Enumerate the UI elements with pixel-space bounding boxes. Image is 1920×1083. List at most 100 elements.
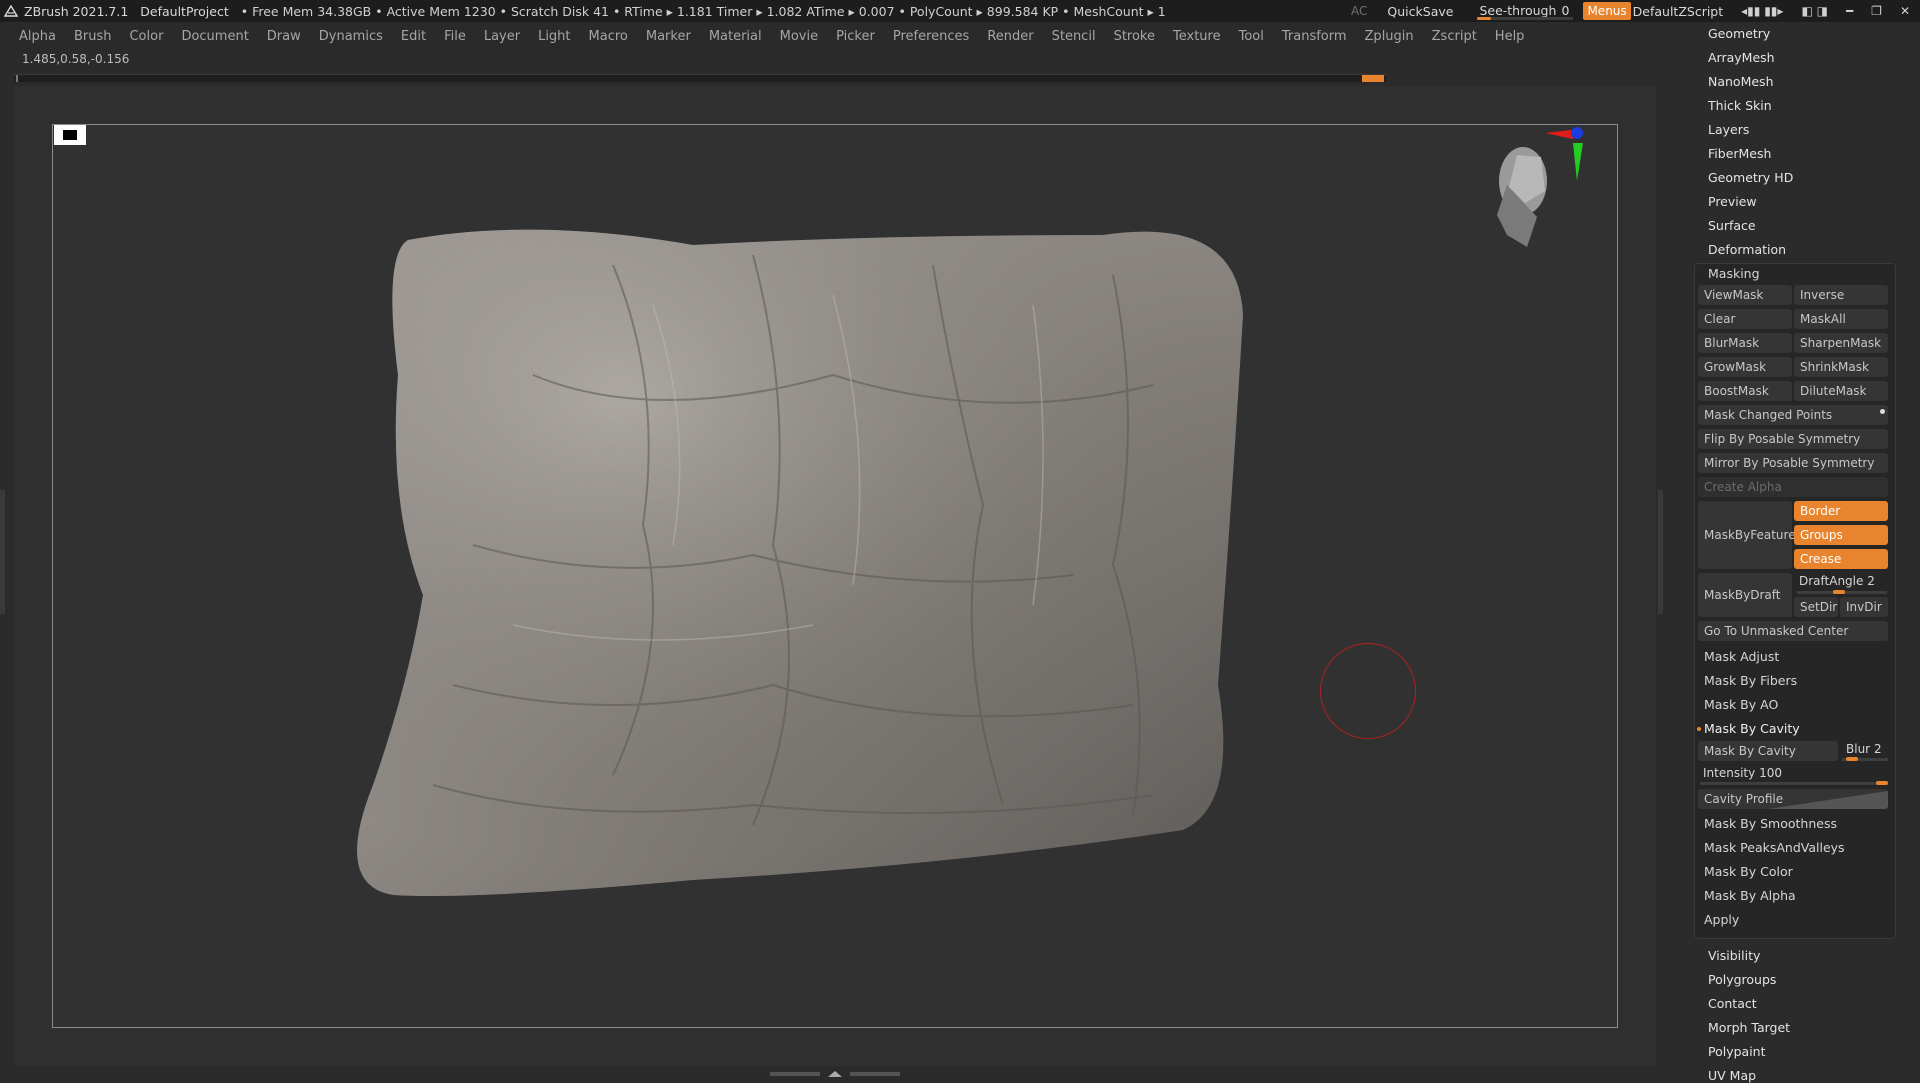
menu-material[interactable]: Material	[700, 29, 771, 44]
see-through-slider[interactable]: See-through 0	[1477, 1, 1574, 21]
apply-subpalette[interactable]: Apply	[1704, 912, 1739, 927]
menu-file[interactable]: File	[435, 29, 475, 44]
masking-header[interactable]: Masking	[1708, 266, 1760, 281]
menu-texture[interactable]: Texture	[1164, 29, 1230, 44]
mask-by-feature-button[interactable]: MaskByFeature	[1698, 501, 1796, 569]
menu-document[interactable]: Document	[172, 29, 257, 44]
subpalette-geometry[interactable]: Geometry	[1708, 26, 1770, 41]
menu-help[interactable]: Help	[1486, 29, 1534, 44]
clear-mask-button[interactable]: Clear	[1698, 309, 1792, 329]
go-to-unmasked-center-button[interactable]: Go To Unmasked Center	[1698, 621, 1888, 641]
layout-arrows-icon[interactable]: ◂▮▮ ▮▮▸	[1737, 4, 1787, 18]
tray-toggle-icon[interactable]: ◧ ◨	[1797, 4, 1832, 18]
document-badge-icon[interactable]	[54, 125, 86, 145]
create-alpha-button[interactable]: Create Alpha	[1698, 477, 1888, 497]
menu-color[interactable]: Color	[120, 29, 172, 44]
document-canvas[interactable]	[52, 124, 1618, 1028]
bottom-tray-handle[interactable]	[770, 1070, 900, 1078]
menu-alpha[interactable]: Alpha	[0, 29, 65, 44]
mask-by-color-subpalette[interactable]: Mask By Color	[1704, 864, 1793, 879]
restore-icon[interactable]: ❐	[1867, 4, 1886, 18]
subpalette-surface[interactable]: Surface	[1708, 218, 1756, 233]
quicksave-button[interactable]: QuickSave	[1387, 4, 1453, 19]
mask-all-button[interactable]: MaskAll	[1794, 309, 1888, 329]
ac-toggle[interactable]: AC	[1351, 4, 1367, 18]
view-mask-button[interactable]: ViewMask	[1698, 285, 1792, 305]
cloth-mesh-model[interactable]	[53, 125, 1619, 1029]
minimize-icon[interactable]: ━	[1842, 4, 1857, 18]
menus-button[interactable]: Menus	[1583, 2, 1631, 20]
menu-picker[interactable]: Picker	[827, 29, 884, 44]
project-name[interactable]: DefaultProject	[140, 4, 228, 19]
menu-zplugin[interactable]: Zplugin	[1356, 29, 1423, 44]
mask-by-fibers-subpalette[interactable]: Mask By Fibers	[1704, 673, 1797, 688]
mirror-by-posable-symmetry-button[interactable]: Mirror By Posable Symmetry	[1698, 453, 1888, 473]
timeline-track[interactable]	[14, 74, 1386, 82]
close-icon[interactable]: ✕	[1896, 4, 1914, 18]
menu-zscript[interactable]: Zscript	[1423, 29, 1486, 44]
cavity-profile-curve[interactable]: Cavity Profile	[1698, 789, 1888, 809]
subpalette-fibermesh[interactable]: FiberMesh	[1708, 146, 1771, 161]
blur-mask-button[interactable]: BlurMask	[1698, 333, 1792, 353]
menu-marker[interactable]: Marker	[637, 29, 700, 44]
menu-render[interactable]: Render	[978, 29, 1042, 44]
subpalette-thick-skin[interactable]: Thick Skin	[1708, 98, 1772, 113]
crease-toggle[interactable]: Crease	[1794, 549, 1888, 569]
mask-adjust-subpalette[interactable]: Mask Adjust	[1704, 649, 1779, 664]
menu-dynamics[interactable]: Dynamics	[310, 29, 392, 44]
menu-light[interactable]: Light	[529, 29, 579, 44]
cavity-blur-slider[interactable]: Blur 2	[1846, 742, 1882, 756]
mask-changed-points-button[interactable]: Mask Changed Points	[1698, 405, 1888, 425]
subpalette-layers[interactable]: Layers	[1708, 122, 1749, 137]
subpalette-arraymesh[interactable]: ArrayMesh	[1708, 50, 1775, 65]
border-toggle[interactable]: Border	[1794, 501, 1888, 521]
subpalette-geometry-hd[interactable]: Geometry HD	[1708, 170, 1793, 185]
set-dir-button[interactable]: SetDir	[1794, 597, 1838, 617]
subpalette-polygroups[interactable]: Polygroups	[1708, 972, 1776, 987]
mask-peaks-valleys-subpalette[interactable]: Mask PeaksAndValleys	[1704, 840, 1845, 855]
flip-by-posable-symmetry-button[interactable]: Flip By Posable Symmetry	[1698, 429, 1888, 449]
menu-macro[interactable]: Macro	[580, 29, 637, 44]
subpalette-morph-target[interactable]: Morph Target	[1708, 1020, 1790, 1035]
navigation-gizmo[interactable]	[1487, 125, 1597, 255]
intensity-track[interactable]	[1700, 781, 1888, 785]
groups-toggle[interactable]: Groups	[1794, 525, 1888, 545]
inv-dir-button[interactable]: InvDir	[1840, 597, 1888, 617]
right-tray-handle[interactable]	[1658, 490, 1663, 614]
menu-stencil[interactable]: Stencil	[1043, 29, 1105, 44]
mask-by-cavity-subpalette[interactable]: Mask By Cavity	[1704, 721, 1800, 736]
mask-by-cavity-button[interactable]: Mask By Cavity	[1698, 741, 1838, 761]
intensity-slider[interactable]: Intensity 100	[1703, 766, 1782, 780]
subpalette-visibility[interactable]: Visibility	[1708, 948, 1760, 963]
mask-by-smoothness-subpalette[interactable]: Mask By Smoothness	[1704, 816, 1837, 831]
subpalette-nanomesh[interactable]: NanoMesh	[1708, 74, 1774, 89]
draft-angle-slider[interactable]: DraftAngle 2	[1799, 574, 1875, 588]
menu-draw[interactable]: Draw	[258, 29, 310, 44]
grow-mask-button[interactable]: GrowMask	[1698, 357, 1792, 377]
subpalette-deformation[interactable]: Deformation	[1708, 242, 1786, 257]
dilute-mask-button[interactable]: DiluteMask	[1794, 381, 1888, 401]
menu-tool[interactable]: Tool	[1230, 29, 1273, 44]
menu-brush[interactable]: Brush	[65, 29, 121, 44]
shrink-mask-button[interactable]: ShrinkMask	[1794, 357, 1888, 377]
sharpen-mask-button[interactable]: SharpenMask	[1794, 333, 1888, 353]
menu-layer[interactable]: Layer	[475, 29, 529, 44]
mask-by-alpha-subpalette[interactable]: Mask By Alpha	[1704, 888, 1796, 903]
menu-stroke[interactable]: Stroke	[1105, 29, 1164, 44]
menu-preferences[interactable]: Preferences	[884, 29, 978, 44]
boost-mask-button[interactable]: BoostMask	[1698, 381, 1792, 401]
left-tray-handle[interactable]	[0, 490, 5, 614]
draft-angle-track[interactable]	[1797, 590, 1887, 594]
mask-by-draft-button[interactable]: MaskByDraft	[1698, 573, 1792, 617]
cavity-blur-track[interactable]	[1842, 757, 1888, 761]
subpalette-uv-map[interactable]: UV Map	[1708, 1068, 1756, 1083]
mask-by-ao-subpalette[interactable]: Mask By AO	[1704, 697, 1778, 712]
subpalette-contact[interactable]: Contact	[1708, 996, 1757, 1011]
menu-edit[interactable]: Edit	[392, 29, 435, 44]
menu-transform[interactable]: Transform	[1273, 29, 1356, 44]
timeline-marker[interactable]	[1362, 75, 1384, 82]
inverse-button[interactable]: Inverse	[1794, 285, 1888, 305]
default-zscript-button[interactable]: DefaultZScript	[1633, 4, 1724, 19]
menu-movie[interactable]: Movie	[771, 29, 827, 44]
subpalette-preview[interactable]: Preview	[1708, 194, 1757, 209]
